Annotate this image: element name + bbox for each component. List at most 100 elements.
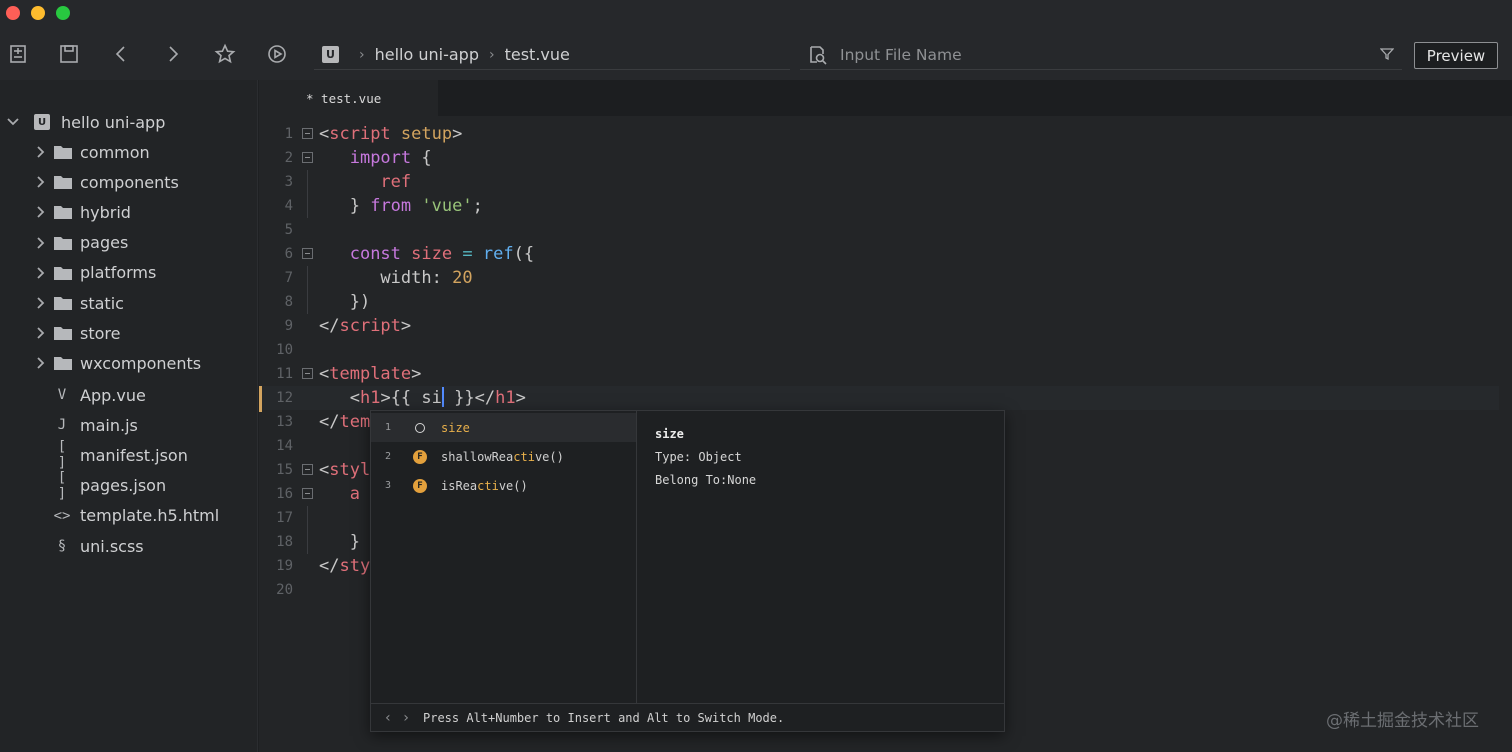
window-minimize-button[interactable]	[31, 6, 45, 20]
fold-toggle-icon[interactable]	[302, 464, 313, 475]
tree-folder-hybrid[interactable]: hybrid	[0, 197, 258, 227]
line-number: 5	[284, 222, 293, 238]
new-file-icon[interactable]	[5, 41, 31, 67]
tree-folder-label: static	[80, 293, 124, 313]
tree-folder-pages[interactable]: pages	[0, 228, 258, 258]
json-file-icon: [ ]	[57, 439, 67, 472]
toolbar: U › hello uni-app › test.vue Preview	[0, 28, 1512, 80]
code-line[interactable]: 7 width: 20	[259, 266, 1499, 290]
folder-icon	[54, 266, 72, 280]
tree-file-label: pages.json	[80, 476, 167, 496]
tree-folder-common[interactable]: common	[0, 137, 258, 167]
chevron-right-icon	[37, 267, 45, 279]
code-text: }	[349, 532, 360, 552]
tree-folder-label: components	[80, 172, 179, 192]
scss-file-icon: §	[57, 538, 67, 554]
line-number: 9	[284, 318, 293, 334]
tree-file-label: uni.scss	[80, 536, 144, 556]
line-number: 13	[276, 414, 293, 430]
line-number: 15	[276, 462, 293, 478]
chevron-right-icon	[37, 297, 45, 309]
line-number: 12	[276, 390, 293, 406]
window-maximize-button[interactable]	[56, 6, 70, 20]
indent-guide	[307, 170, 308, 194]
code-text: <h1>{{ si }}</h1>	[349, 387, 526, 408]
line-number: 8	[284, 294, 293, 310]
tree-folder-label: common	[80, 142, 150, 162]
line-number: 6	[284, 246, 293, 262]
tree-file-manifest-json[interactable]: [ ] manifest.json	[0, 439, 258, 472]
editor-tab-bar: * test.vue	[259, 80, 1512, 116]
project-logo-icon: U	[322, 46, 339, 63]
line-number: 19	[276, 558, 293, 574]
save-icon[interactable]	[56, 41, 82, 67]
html-file-icon: <>	[53, 507, 71, 524]
code-text: a	[349, 484, 360, 504]
tree-folder-wxcomponents[interactable]: wxcomponents	[0, 348, 258, 378]
tree-folder-store[interactable]: store	[0, 318, 258, 348]
chevron-right-icon	[37, 176, 45, 188]
tree-file-label: manifest.json	[80, 445, 188, 465]
preview-button[interactable]: Preview	[1414, 42, 1498, 69]
code-line[interactable]: 2 import {	[259, 146, 1499, 170]
code-text: import {	[349, 148, 432, 168]
tree-file-main-js[interactable]: Jmain.js	[0, 410, 258, 440]
tab-test-vue[interactable]: * test.vue	[259, 80, 438, 116]
file-search-bar	[800, 40, 1402, 70]
code-line[interactable]: 9 </script>	[259, 314, 1499, 338]
tree-folder-static[interactable]: static	[0, 288, 258, 318]
filter-icon[interactable]	[1380, 47, 1394, 61]
code-line[interactable]: 6 const size = ref({	[259, 242, 1499, 266]
tree-root-hello-uni-app[interactable]: U hello uni-app	[0, 107, 258, 137]
file-name-input[interactable]	[840, 45, 1360, 64]
star-icon[interactable]	[212, 41, 238, 67]
run-icon[interactable]	[264, 41, 290, 67]
code-line[interactable]: 5	[259, 218, 1499, 242]
tree-folder-platforms[interactable]: platforms	[0, 258, 258, 288]
fold-toggle-icon[interactable]	[302, 128, 313, 139]
code-line[interactable]: 1 <script setup>	[259, 122, 1499, 146]
code-text: </script>	[319, 316, 412, 336]
line-number: 20	[276, 582, 293, 598]
line-number: 3	[284, 174, 293, 190]
project-explorer: U hello uni-app common components hybrid pa…	[0, 80, 258, 752]
next-page-icon[interactable]: ›	[397, 710, 415, 726]
autocomplete-popup: 1 size 2 F shallowReactive() 3 F isReact…	[370, 410, 1005, 732]
breadcrumb-project[interactable]: hello uni-app	[375, 45, 479, 64]
code-line[interactable]: 8 })	[259, 290, 1499, 314]
code-line[interactable]: 11 <template>	[259, 362, 1499, 386]
json-file-icon: [ ]	[57, 469, 67, 502]
code-text: } from 'vue';	[349, 196, 483, 216]
tree-file-uni-scss[interactable]: § uni.scss	[0, 531, 258, 561]
tree-file-template-h5-html[interactable]: <> template.h5.html	[0, 501, 258, 531]
window-close-button[interactable]	[6, 6, 20, 20]
line-number: 7	[284, 270, 293, 286]
item-number: 3	[385, 480, 392, 491]
fold-toggle-icon[interactable]	[302, 152, 313, 163]
line-number: 11	[276, 366, 293, 382]
forward-icon[interactable]	[160, 41, 186, 67]
prev-page-icon[interactable]: ‹	[379, 710, 397, 726]
title-bar	[0, 0, 1512, 28]
folder-icon	[54, 206, 72, 220]
tree-folder-components[interactable]: components	[0, 167, 258, 197]
autocomplete-item[interactable]: 2 F shallowReactive()	[371, 442, 636, 471]
autocomplete-item[interactable]: 3 F isReactive()	[371, 471, 636, 500]
breadcrumb-file[interactable]: test.vue	[505, 45, 570, 64]
tree-folder-label: wxcomponents	[80, 353, 202, 373]
fold-toggle-icon[interactable]	[302, 368, 313, 379]
tree-file-pages-json[interactable]: [ ] pages.json	[0, 469, 258, 502]
tree-folder-label: hybrid	[80, 202, 131, 222]
back-icon[interactable]	[108, 41, 134, 67]
fold-toggle-icon[interactable]	[302, 248, 313, 259]
fold-toggle-icon[interactable]	[302, 488, 313, 499]
code-line[interactable]: 12 <h1>{{ si }}</h1>	[259, 386, 1499, 410]
tree-file-App-vue[interactable]: V App.vue	[0, 380, 258, 410]
folder-icon	[54, 297, 72, 310]
code-line[interactable]: 10	[259, 338, 1499, 362]
code-line[interactable]: 4 } from 'vue';	[259, 194, 1499, 218]
tree-folder-label: store	[80, 323, 121, 343]
autocomplete-item[interactable]: 1 size	[371, 413, 636, 442]
code-line[interactable]: 3 ref	[259, 170, 1499, 194]
tree-root-label: hello uni-app	[61, 112, 166, 132]
